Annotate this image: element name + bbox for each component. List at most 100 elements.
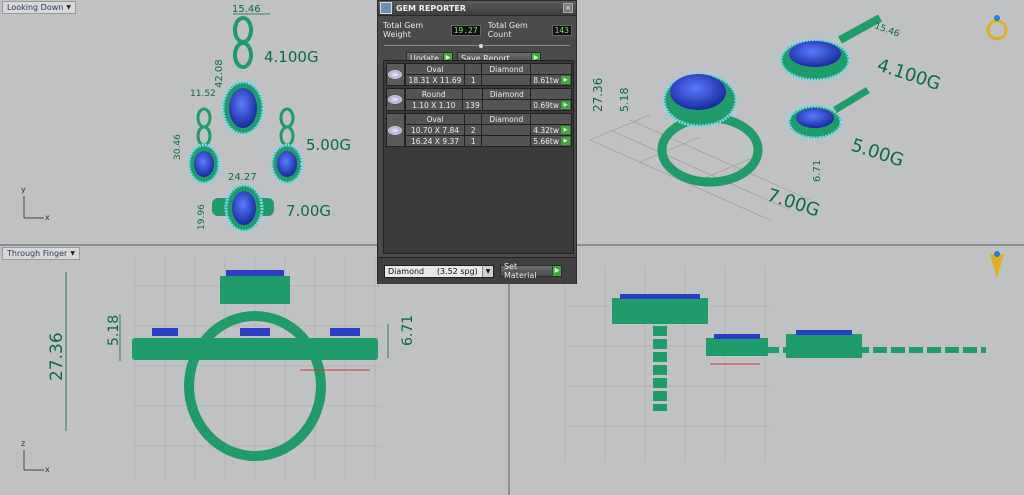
total-count-label: Total Gem Count bbox=[487, 21, 528, 39]
earring-left bbox=[187, 107, 221, 185]
gem-entry[interactable]: Round Diamond 1.10 X 1.10 139 0.69tw ▶ bbox=[386, 88, 572, 111]
table-row: 10.70 X 7.84 2 4.32tw ▶ bbox=[404, 124, 572, 136]
gem-table: Round Diamond 1.10 X 1.10 139 0.69tw ▶ bbox=[404, 88, 572, 111]
dim-label: 27.36 bbox=[591, 78, 605, 112]
light-bulb-icon[interactable] bbox=[990, 251, 1004, 278]
pendant-top bbox=[221, 16, 265, 136]
weight-label: 4.100G bbox=[264, 48, 319, 66]
material-bar: Diamond (3.52 spg) ▼ Set Material ▶ bbox=[378, 257, 576, 284]
slider-knob[interactable] bbox=[478, 43, 484, 49]
set-material-button[interactable]: Set Material ▶ bbox=[500, 262, 562, 280]
material-select[interactable]: Diamond (3.52 spg) ▼ bbox=[384, 264, 494, 278]
axis-z-label: z bbox=[21, 439, 25, 448]
axis-x-label: x bbox=[45, 465, 50, 474]
close-icon[interactable]: × bbox=[563, 3, 573, 13]
weight-label: 7.00G bbox=[764, 185, 822, 222]
slider-track bbox=[384, 45, 570, 46]
dialog-slider[interactable] bbox=[384, 43, 570, 49]
gem-weight-cell: 5.66tw ▶ bbox=[530, 135, 572, 147]
play-arrow-icon: ▶ bbox=[552, 266, 561, 276]
chevron-down-icon[interactable]: ▼ bbox=[482, 265, 493, 277]
gem-shape-cell-text: Oval bbox=[426, 114, 444, 124]
gem-material-cell: Diamond bbox=[481, 63, 532, 75]
set-material-label: Set Material bbox=[504, 262, 537, 280]
dialog-title: GEM REPORTER bbox=[396, 3, 466, 13]
gem-shape-cell: Oval bbox=[404, 63, 466, 75]
gem-shape-cell: 1.10 X 1.10 bbox=[404, 99, 463, 111]
gem-weight-cell-text: 5.66tw bbox=[533, 136, 559, 146]
gem-qty-cell-text: 2 bbox=[470, 125, 476, 135]
gem-weight-cell bbox=[530, 113, 572, 125]
gem-material-cell bbox=[481, 74, 532, 86]
gem-weight-cell: 0.69tw ▶ bbox=[530, 99, 572, 111]
gem-thumbnail[interactable] bbox=[386, 88, 405, 111]
viewport-side[interactable] bbox=[510, 246, 1024, 495]
weight-label: 5.00G bbox=[306, 136, 351, 154]
play-arrow-icon[interactable]: ▶ bbox=[561, 137, 570, 145]
gem-table: Oval Diamond 10.70 X 7.84 2 4.32tw ▶ 16.24 X 9… bbox=[404, 113, 572, 147]
viewport-perspective[interactable]: 27.36 5.18 6.71 15.46 4.100G 5.00G 7.00G bbox=[510, 0, 1024, 244]
gem-table: Oval Diamond 18.31 X 11.69 1 8.61tw ▶ bbox=[404, 63, 572, 86]
table-row: Round Diamond bbox=[404, 88, 572, 100]
table-row: 16.24 X 9.37 1 5.66tw ▶ bbox=[404, 135, 572, 147]
gem-weight-cell bbox=[530, 88, 572, 100]
pendant-side bbox=[765, 330, 986, 358]
gem-qty-cell-text: 1 bbox=[470, 75, 476, 85]
gem-reporter-dialog[interactable]: GEM REPORTER × Total Gem Weight 19.27 To… bbox=[377, 0, 577, 284]
gem-material-cell-text: Diamond bbox=[489, 64, 524, 74]
totals-row: Total Gem Weight 19.27 Total Gem Count 1… bbox=[378, 16, 576, 39]
axis-x-label: x bbox=[45, 213, 50, 222]
gem-qty-cell: 1 bbox=[464, 74, 483, 86]
gem-material-cell bbox=[481, 124, 532, 136]
dim-label: 24.27 bbox=[228, 172, 257, 183]
gem-shape-cell-text: 18.31 X 11.69 bbox=[408, 75, 462, 85]
dim-label: 19.96 bbox=[197, 204, 207, 230]
gem-weight-cell-text: 4.32tw bbox=[533, 125, 559, 135]
play-arrow-icon[interactable]: ▶ bbox=[561, 101, 570, 109]
gem-material-cell: Diamond bbox=[482, 88, 532, 100]
app-window: Looking Down ▼ 15.46 42.08 11.52 30.46 2… bbox=[0, 0, 1024, 495]
earring-perspective bbox=[787, 87, 870, 140]
gem-stone-icon bbox=[388, 95, 403, 104]
dim-label: 6.71 bbox=[400, 315, 416, 346]
weight-label: 5.00G bbox=[848, 135, 906, 172]
gem-shape-cell: 18.31 X 11.69 bbox=[404, 74, 466, 86]
gem-shape-cell-text: 1.10 X 1.10 bbox=[412, 100, 456, 110]
gem-shape-cell-text: Oval bbox=[426, 64, 444, 74]
ring-side bbox=[612, 294, 708, 411]
gem-qty-cell-text: 139 bbox=[465, 100, 480, 110]
weight-label: 7.00G bbox=[286, 202, 331, 220]
gem-weight-cell: 4.32tw ▶ bbox=[530, 124, 572, 136]
gem-shape-cell: Oval bbox=[404, 113, 466, 125]
gem-weight-cell-text: 0.69tw bbox=[533, 100, 559, 110]
gem-weight-cell-text: 8.61tw bbox=[533, 75, 559, 85]
earring-right bbox=[270, 107, 304, 185]
gem-entry[interactable]: Oval Diamond 10.70 X 7.84 2 4.32tw ▶ 16.24 X 9… bbox=[386, 113, 572, 147]
gem-qty-cell bbox=[461, 88, 484, 100]
gem-material-cell-text: Diamond bbox=[489, 114, 524, 124]
total-weight-value: 19.27 bbox=[450, 24, 481, 36]
play-arrow-icon[interactable]: ▶ bbox=[561, 76, 570, 84]
gem-shape-cell: 16.24 X 9.37 bbox=[404, 135, 466, 147]
earring-side bbox=[706, 334, 768, 356]
dialog-titlebar[interactable]: GEM REPORTER × bbox=[378, 1, 576, 16]
gem-entry[interactable]: Oval Diamond 18.31 X 11.69 1 8.61tw ▶ bbox=[386, 63, 572, 86]
material-select-value: Diamond (3.52 spg) bbox=[388, 266, 478, 276]
gem-qty-cell bbox=[464, 113, 483, 125]
dim-label: 15.46 bbox=[232, 4, 261, 15]
play-arrow-icon[interactable]: ▶ bbox=[561, 126, 570, 134]
gem-stone-icon bbox=[388, 125, 403, 135]
gem-thumbnail[interactable] bbox=[386, 113, 405, 147]
dim-label: 42.08 bbox=[214, 59, 225, 88]
gem-material-cell bbox=[481, 135, 532, 147]
ring-logo-icon[interactable] bbox=[986, 15, 1008, 41]
table-row: 1.10 X 1.10 139 0.69tw ▶ bbox=[404, 99, 572, 111]
weight-label: 4.100G bbox=[874, 55, 943, 95]
gem-thumbnail[interactable] bbox=[386, 63, 405, 86]
ring-top bbox=[212, 183, 274, 233]
gem-material-cell bbox=[482, 99, 532, 111]
dim-label: 6.71 bbox=[812, 160, 823, 182]
side-view-drawing bbox=[564, 251, 1004, 461]
table-row: Oval Diamond bbox=[404, 113, 572, 125]
gem-list[interactable]: Oval Diamond 18.31 X 11.69 1 8.61tw ▶ Round Dia… bbox=[383, 60, 574, 254]
